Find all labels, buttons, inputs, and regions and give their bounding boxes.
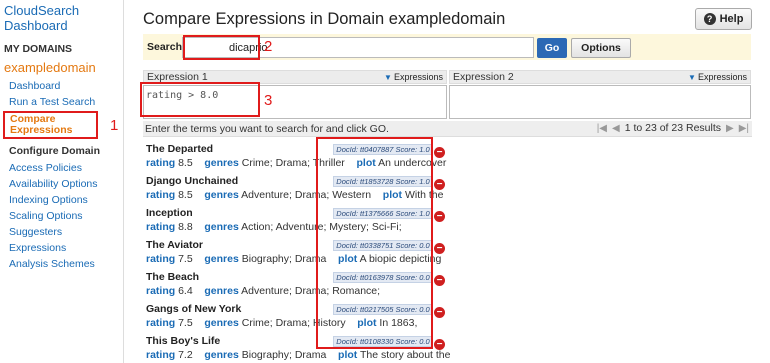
field-name-rating: rating (146, 221, 176, 233)
genres-value: Biography; Drama (241, 349, 327, 361)
pagination: |◀ ◀ 1 to 23 of 23 Results ▶ ▶| (597, 122, 749, 134)
remove-result-icon[interactable]: − (434, 243, 445, 254)
next-page-icon[interactable]: ▶ (726, 123, 734, 134)
chevron-down-icon: ▼ (384, 73, 392, 82)
remove-result-icon[interactable]: − (434, 307, 445, 318)
sidebar-item-scaling-options[interactable]: Scaling Options (9, 210, 83, 222)
expression-highlight-box (140, 82, 260, 117)
plot-value: The story about the (360, 349, 451, 361)
dashboard-brand-link[interactable]: CloudSearch Dashboard (4, 3, 104, 33)
expression-2-label: Expression 2 (453, 71, 514, 83)
sidebar-item-run-test-search[interactable]: Run a Test Search (9, 96, 95, 108)
results-hint: Enter the terms you want to search for a… (145, 123, 389, 135)
result-fields: rating 7.2 genres Biography; Drama plot … (146, 349, 451, 361)
score-highlight-box (316, 137, 433, 349)
options-button[interactable]: Options (571, 38, 631, 58)
field-name-genres: genres (204, 253, 239, 265)
sidebar: CloudSearch Dashboard MY DOMAINS example… (0, 0, 124, 363)
result-title: Django Unchained (146, 175, 239, 187)
expression-2-header: Expression 2 ▼ Expressions (449, 70, 751, 84)
field-name-genres: genres (204, 285, 239, 297)
field-name-genres: genres (204, 317, 239, 329)
sidebar-item-indexing-options[interactable]: Indexing Options (9, 194, 88, 206)
sidebar-item-analysis-schemes[interactable]: Analysis Schemes (9, 258, 95, 270)
domain-name[interactable]: exampledomain (4, 60, 96, 75)
chevron-down-icon: ▼ (688, 73, 696, 82)
field-name-genres: genres (204, 189, 239, 201)
result-title: The Departed (146, 143, 214, 155)
rating-value: 7.2 (178, 349, 193, 361)
search-highlight-box (183, 35, 260, 60)
field-name-plot: plot (338, 349, 358, 361)
my-domains-heading: MY DOMAINS (4, 43, 73, 55)
field-name-genres: genres (204, 157, 239, 169)
field-name-rating: rating (146, 285, 176, 297)
field-name-rating: rating (146, 253, 176, 265)
help-button-label: Help (719, 13, 744, 25)
help-button[interactable]: ? Help (695, 8, 752, 30)
go-button[interactable]: Go (537, 38, 567, 58)
question-icon: ? (703, 13, 716, 25)
sidebar-item-availability-options[interactable]: Availability Options (9, 178, 98, 190)
results-count: 1 to 23 of 23 Results (624, 122, 721, 134)
expression-1-toggle[interactable]: ▼ Expressions (384, 72, 443, 82)
rating-value: 7.5 (178, 253, 193, 265)
result-title: Gangs of New York (146, 303, 242, 315)
result-title: The Aviator (146, 239, 203, 251)
result-title: The Beach (146, 271, 200, 283)
annotation-marker-3: 3 (264, 92, 273, 109)
rating-value: 8.5 (178, 157, 193, 169)
annotation-marker-2: 2 (264, 38, 273, 55)
remove-result-icon[interactable]: − (434, 147, 445, 158)
rating-value: 6.4 (178, 285, 193, 297)
annotation-marker-1: 1 (110, 117, 119, 134)
field-name-rating: rating (146, 189, 176, 201)
search-label: Search: (147, 41, 186, 53)
field-name-genres: genres (204, 221, 239, 233)
page-title: Compare Expressions in Domain exampledom… (143, 10, 506, 28)
configure-domain-heading: Configure Domain (9, 145, 100, 157)
remove-result-icon[interactable]: − (434, 179, 445, 190)
field-name-genres: genres (204, 349, 239, 361)
results-bar: Enter the terms you want to search for a… (143, 121, 752, 137)
result-title: Inception (146, 207, 193, 219)
genres-value: Biography; Drama (241, 253, 327, 265)
remove-result-icon[interactable]: − (434, 339, 445, 350)
remove-result-icon[interactable]: − (434, 275, 445, 286)
sidebar-item-dashboard[interactable]: Dashboard (9, 80, 60, 92)
field-name-rating: rating (146, 317, 176, 329)
rating-value: 8.8 (178, 221, 193, 233)
remove-result-icon[interactable]: − (434, 211, 445, 222)
sidebar-item-expressions[interactable]: Expressions (9, 242, 66, 254)
sidebar-item-compare-expressions[interactable]: Compare Expressions (3, 111, 98, 139)
field-name-rating: rating (146, 157, 176, 169)
expression-2-toggle[interactable]: ▼ Expressions (688, 72, 747, 82)
expression-2-input[interactable] (449, 85, 751, 119)
result-title: This Boy's Life (146, 335, 221, 347)
prev-page-icon[interactable]: ◀ (612, 123, 620, 134)
sidebar-item-suggesters[interactable]: Suggesters (9, 226, 62, 238)
rating-value: 8.5 (178, 189, 193, 201)
rating-value: 7.5 (178, 317, 193, 329)
last-page-icon[interactable]: ▶| (739, 123, 749, 134)
sidebar-item-access-policies[interactable]: Access Policies (9, 162, 82, 174)
first-page-icon[interactable]: |◀ (597, 123, 607, 134)
field-name-rating: rating (146, 349, 176, 361)
